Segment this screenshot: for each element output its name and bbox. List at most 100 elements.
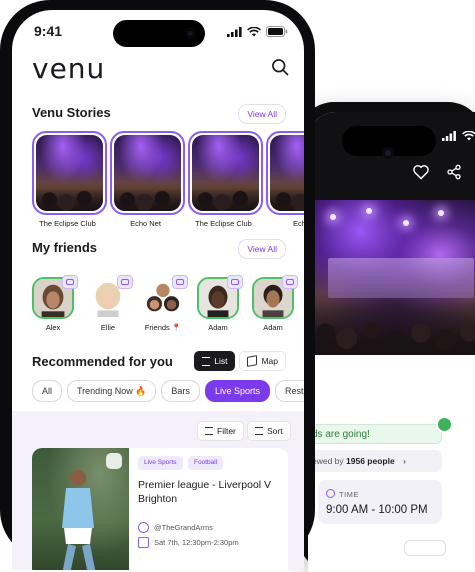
venue-text: @TheGrandArms	[154, 523, 213, 532]
view-toggle: List Map	[194, 351, 286, 371]
story-name: Echo	[292, 219, 304, 228]
map-label: Map	[261, 356, 278, 366]
clock-icon	[326, 489, 335, 498]
status-time: 9:41	[34, 23, 63, 39]
story-item[interactable]: Echo	[266, 131, 304, 228]
event-photo	[308, 200, 475, 355]
tag-football: Football	[188, 456, 224, 470]
friend-item[interactable]: Adam	[197, 275, 243, 332]
chip-all[interactable]: All	[32, 380, 63, 402]
friends-title: My friends	[32, 240, 98, 255]
story-name: The Eclipse Club	[39, 219, 96, 228]
chip-trending-now[interactable]: Trending Now 🔥	[67, 380, 157, 402]
friends-view-all-button[interactable]: View All	[238, 239, 286, 259]
event-detail-screen: ds are going! ewed by 1956 people › TIME…	[308, 112, 475, 572]
location-icon	[138, 522, 149, 533]
wifi-icon	[247, 26, 261, 36]
friend-item[interactable]: Friends 📍	[142, 275, 188, 332]
story-ring	[110, 131, 185, 215]
event-actions	[412, 164, 462, 180]
story-ring	[188, 131, 263, 215]
heart-icon[interactable]	[106, 453, 122, 469]
message-icon[interactable]	[172, 275, 188, 289]
message-icon[interactable]	[117, 275, 133, 289]
friend-item[interactable]: Alex	[32, 275, 78, 332]
list-view-button[interactable]: List	[194, 351, 236, 371]
chip-bars[interactable]: Bars	[161, 380, 200, 402]
viewed-count-row[interactable]: ewed by 1956 people ›	[308, 450, 442, 472]
time-label-text: TIME	[339, 490, 359, 499]
stage-light	[403, 220, 409, 226]
share-icon[interactable]	[446, 164, 462, 180]
friend-name: Ellie	[100, 323, 116, 332]
wifi-icon	[462, 131, 475, 141]
chevron-right-icon: ›	[403, 456, 406, 466]
stories-row: The Eclipse Club Echo Net The Eclipse Cl…	[32, 131, 304, 228]
friends-row: Alex Ellie Friends 📍 Adam Adam	[32, 275, 298, 332]
message-icon[interactable]	[227, 275, 243, 289]
event-venue: @TheGrandArms	[138, 522, 213, 533]
friend-name: Adam	[208, 323, 228, 332]
event-title: Premier league - Liverpool V Brighton	[138, 479, 272, 505]
sort-icon	[255, 427, 263, 435]
secondary-phone: ds are going! ewed by 1956 people › TIME…	[298, 102, 475, 572]
sort-label: Sort	[267, 426, 283, 436]
map-view-button[interactable]: Map	[239, 351, 286, 371]
category-chips: All Trending Now 🔥 Bars Live Sports Rest…	[32, 380, 304, 402]
stage-light	[438, 210, 444, 216]
map-icon	[247, 355, 258, 367]
story-ring	[266, 131, 304, 215]
event-datetime: Sat 7th, 12:30pm-2:30pm	[138, 537, 239, 548]
message-icon[interactable]	[62, 275, 78, 289]
battery-icon	[266, 26, 288, 37]
story-item[interactable]: Echo Net	[110, 131, 185, 228]
story-ring	[32, 131, 107, 215]
story-thumbnail	[114, 135, 181, 211]
sort-button[interactable]: Sort	[247, 421, 291, 441]
dynamic-island	[113, 20, 205, 47]
friend-name: Friends 📍	[144, 323, 182, 332]
story-item[interactable]: The Eclipse Club	[32, 131, 107, 228]
list-icon	[202, 356, 211, 366]
viewed-prefix: ewed by	[312, 456, 347, 466]
story-item[interactable]: The Eclipse Club	[188, 131, 263, 228]
calendar-icon	[138, 537, 149, 548]
recommended-title: Recommended for you	[32, 354, 173, 369]
datetime-text: Sat 7th, 12:30pm-2:30pm	[154, 538, 239, 547]
crowd-shape	[308, 300, 475, 355]
stories-view-all-button[interactable]: View All	[238, 104, 286, 124]
story-thumbnail	[36, 135, 103, 211]
dynamic-island	[342, 126, 436, 159]
message-icon[interactable]	[282, 275, 298, 289]
list-label: List	[214, 356, 228, 366]
signal-icon	[227, 26, 242, 37]
friend-name: Adam	[263, 323, 283, 332]
results-panel: Filter Sort Live Sports Football Premier…	[12, 411, 304, 570]
app-logo: venu	[32, 52, 106, 85]
heart-icon[interactable]	[412, 164, 430, 180]
event-card[interactable]: Live Sports Football Premier league - Li…	[32, 448, 288, 570]
stage-shape	[328, 258, 474, 298]
tag-live-sports: Live Sports	[138, 456, 183, 470]
chip-restaurants[interactable]: Restau	[274, 380, 304, 402]
filter-icon	[205, 427, 213, 435]
friend-item[interactable]: Ellie	[87, 275, 133, 332]
signal-icon	[442, 131, 456, 141]
stories-title: Venu Stories	[32, 105, 111, 120]
stage-light	[330, 214, 336, 220]
story-thumbnail	[192, 135, 259, 211]
time-label: TIME	[326, 489, 359, 499]
status-icons	[227, 26, 288, 37]
search-icon[interactable]	[270, 57, 290, 77]
filter-button[interactable]: Filter	[197, 421, 244, 441]
friend-item[interactable]: Adam	[252, 275, 298, 332]
friends-going-indicator-icon	[436, 416, 453, 433]
friend-name: Alex	[45, 323, 61, 332]
event-image	[32, 448, 129, 570]
player-figure	[62, 470, 96, 570]
chip-live-sports[interactable]: Live Sports	[204, 380, 270, 402]
filter-label: Filter	[217, 426, 236, 436]
bottom-button[interactable]	[404, 540, 446, 556]
story-thumbnail	[270, 135, 304, 211]
camera-icon	[185, 28, 196, 39]
